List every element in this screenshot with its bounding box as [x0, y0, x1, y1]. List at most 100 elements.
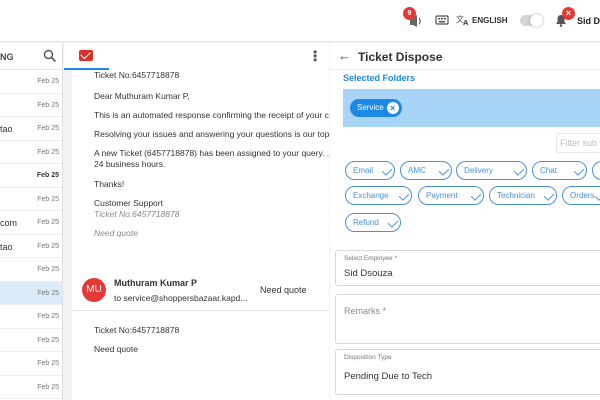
- list-item[interactable]: Feb 25: [0, 305, 62, 329]
- list-item-date: Feb 25: [37, 383, 59, 391]
- folder-option-chip[interactable]: Technician: [489, 186, 557, 205]
- translate-icon[interactable]: 文A: [455, 14, 471, 28]
- top-bar: 9 文A ENGLISH × Sid D: [0, 0, 600, 42]
- mail-body: Need quote: [94, 344, 138, 354]
- folder-option-label: Orders: [570, 191, 595, 200]
- disposition-type-value: Pending Due to Tech: [344, 371, 433, 382]
- list-item-date: Feb 25: [37, 195, 59, 203]
- check-icon: [387, 217, 399, 228]
- list-header-label: NG: [0, 52, 14, 62]
- quoted-text: Need quote: [94, 228, 138, 238]
- check-icon: [513, 165, 525, 176]
- remove-chip-icon[interactable]: ×: [386, 102, 399, 114]
- folder-option-label: AMC: [408, 166, 426, 175]
- back-arrow-icon[interactable]: ←: [338, 49, 351, 63]
- folder-option-label: Exchange: [353, 191, 389, 200]
- list-item-date: Feb 25: [37, 360, 59, 367]
- selected-folder-chip-label: Service: [357, 103, 384, 112]
- sender-name: Muthuram Kumar P: [114, 278, 198, 288]
- employee-select[interactable]: Select Employee * Sid Dsouza: [335, 250, 600, 286]
- mail-message-2[interactable]: MU Muthuram Kumar P to service@shoppersb…: [72, 268, 329, 400]
- ticket-number-line: Ticket No:6457718878: [94, 325, 180, 335]
- check-icon: [543, 190, 555, 201]
- check-icon: [573, 165, 585, 176]
- folder-option-chip[interactable]: Delivery: [456, 161, 527, 180]
- body-paragraph-3b: 24 business hours.: [94, 159, 166, 169]
- user-name[interactable]: Sid D: [577, 16, 600, 26]
- folder-option-chip[interactable]: Payment: [418, 186, 484, 205]
- list-item[interactable]: Feb 25: [0, 94, 62, 117]
- alert-badge: ×: [562, 7, 575, 20]
- list-item[interactable]: com Feb 25: [0, 211, 62, 235]
- list-item[interactable]: Feb 25: [0, 258, 62, 282]
- greeting-line: Dear Muthuram Kumar P,: [94, 91, 190, 101]
- search-icon[interactable]: [43, 49, 57, 63]
- list-header: NG: [0, 43, 62, 70]
- list-item[interactable]: Feb 25: [0, 352, 62, 376]
- folder-option-chip[interactable]: Chat: [532, 161, 587, 180]
- selected-folder-chip[interactable]: Service ×: [350, 99, 402, 117]
- list-item-date: Feb 25: [37, 242, 59, 250]
- check-icon: [438, 165, 450, 176]
- signature-line: Customer Support: [94, 198, 163, 208]
- mail-tab-bar: • • •: [64, 43, 329, 70]
- list-item[interactable]: Feb 25: [0, 281, 62, 305]
- folder-option-chip[interactable]: AMC: [400, 161, 452, 180]
- disposition-type-label: Disposition Type: [344, 354, 392, 361]
- more-options-icon[interactable]: • • •: [313, 46, 317, 66]
- svg-text:A: A: [463, 19, 469, 26]
- folder-option-label: Technician: [497, 191, 535, 200]
- folder-option-chip[interactable]: Refund: [345, 213, 401, 232]
- list-item-date: Feb 25: [37, 289, 59, 297]
- list-item-date: Feb 25: [36, 172, 59, 179]
- check-icon: [398, 190, 410, 201]
- list-item-date: Feb 25: [37, 336, 59, 344]
- divider: [72, 310, 329, 311]
- panel-title: Ticket Dispose: [358, 50, 443, 64]
- check-icon: [470, 190, 482, 201]
- list-item[interactable]: Feb 25: [0, 376, 62, 399]
- panel-header: ← Ticket Dispose: [330, 43, 600, 70]
- conversation-rows: Feb 25 Feb 25 tao Feb 25 Feb 25 Feb 25 Feb 25 c…: [0, 70, 62, 399]
- recipient-line: to service@shoppersbazaar.kapd...: [114, 293, 248, 303]
- ticket-number-line: Ticket No:6457718878: [94, 70, 180, 80]
- list-item-date: Feb 25: [37, 313, 59, 320]
- list-item-date: Feb 25: [37, 219, 59, 226]
- check-icon: [594, 190, 600, 201]
- mail-pane: • • • Ticket No:6457718878 Dear Muthuram K…: [64, 43, 329, 400]
- filter-subfolder-input[interactable]: Filter sub f: [556, 133, 600, 153]
- employee-select-label: Select Employee *: [344, 255, 398, 262]
- list-item-date: Feb 25: [37, 148, 59, 156]
- list-item-name: com: [0, 218, 18, 228]
- remarks-placeholder: Remarks *: [344, 306, 387, 316]
- list-item-date: Feb 25: [37, 266, 59, 273]
- mail-message-1: Ticket No:6457718878 Dear Muthuram Kumar…: [72, 70, 329, 297]
- list-item-date: Feb 25: [37, 101, 59, 109]
- list-item[interactable]: Feb 25: [0, 141, 62, 164]
- gmail-icon[interactable]: [79, 50, 93, 61]
- folder-option-chip[interactable]: Exchange: [345, 186, 412, 205]
- keyboard-icon[interactable]: [434, 14, 450, 28]
- mail-subject: Need quote: [260, 285, 307, 295]
- notification-count-badge: 9: [403, 7, 416, 20]
- folder-option-chip[interactable]: Email: [345, 161, 395, 180]
- list-item[interactable]: tao Feb 25: [0, 235, 62, 258]
- list-item[interactable]: Feb 25: [0, 164, 62, 188]
- folder-option-label: Chat: [540, 166, 557, 175]
- folder-option-label: Delivery: [464, 166, 493, 175]
- list-item[interactable]: Feb 25: [0, 329, 62, 352]
- remarks-field[interactable]: Remarks *: [335, 294, 600, 344]
- list-item[interactable]: tao Feb 25: [0, 117, 62, 141]
- language-label[interactable]: ENGLISH: [472, 16, 508, 25]
- body-paragraph-1: This is an automated response confirming…: [94, 110, 329, 120]
- folder-option-chip[interactable]: Orders: [562, 186, 600, 205]
- theme-toggle[interactable]: [520, 14, 543, 27]
- list-item-name: tao: [0, 241, 13, 252]
- body-paragraph-3a: A new Ticket (6457718878) has been assig…: [94, 148, 329, 158]
- ticket-dispose-panel: ← Ticket Dispose Selected Folders Servic…: [330, 43, 600, 400]
- list-item[interactable]: Feb 25: [0, 188, 62, 211]
- conversation-list: NG Feb 25 Feb 25 tao Feb 25 Feb 25 Feb 25 Feb …: [0, 43, 63, 400]
- disposition-type-select[interactable]: Disposition Type Pending Due to Tech: [335, 349, 600, 395]
- list-item[interactable]: Feb 25: [0, 70, 62, 94]
- folder-option-chip[interactable]: Deliv: [592, 161, 600, 180]
